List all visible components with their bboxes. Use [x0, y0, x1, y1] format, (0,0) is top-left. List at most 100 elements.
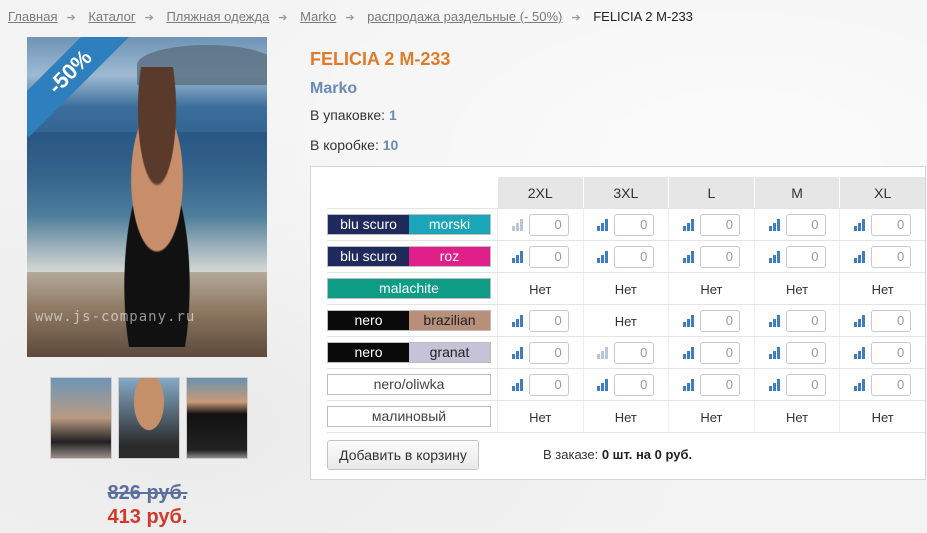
- quantity-input[interactable]: [528, 213, 569, 236]
- quantity-input[interactable]: [528, 373, 569, 396]
- size-cell: [582, 368, 669, 401]
- quantity-input[interactable]: [785, 309, 826, 332]
- order-summary: В заказе: 0 шт. на 0 руб.: [543, 447, 692, 462]
- stock-level-icon: [597, 250, 609, 263]
- thumbnail-strip: [50, 377, 248, 459]
- size-header-row: 2XL 3XL L M XL: [327, 177, 925, 209]
- quantity-input[interactable]: [528, 309, 569, 332]
- quantity-input[interactable]: [871, 373, 912, 396]
- size-cell: Нет: [668, 272, 755, 305]
- size-cell: [668, 240, 755, 273]
- color-label: nero/oliwka: [328, 375, 490, 394]
- photo-watermark: www.js-company.ru: [35, 309, 196, 325]
- breadcrumb-current: FELICIA 2 M-233: [593, 9, 693, 24]
- product-main-image[interactable]: www.js-company.ru -50%: [27, 37, 267, 357]
- quantity-input[interactable]: [699, 341, 740, 364]
- box-quantity: В коробке: 10: [310, 137, 398, 153]
- not-available-label: Нет: [871, 281, 894, 297]
- color-swatch: nero granat: [327, 342, 491, 363]
- quantity-input[interactable]: [699, 245, 740, 268]
- order-label: В заказе:: [543, 447, 599, 462]
- thumbnail-image[interactable]: [118, 377, 180, 459]
- quantity-control: [682, 213, 740, 236]
- stock-level-icon: [597, 378, 609, 391]
- breadcrumb-link-sale[interactable]: распродажа раздельные (- 50%): [367, 9, 562, 24]
- size-cell: [753, 336, 840, 369]
- breadcrumb-link-brand[interactable]: Marko: [300, 9, 336, 24]
- not-available-label: Нет: [700, 409, 723, 425]
- size-cell: [496, 368, 584, 401]
- breadcrumb-link-beachwear[interactable]: Пляжная одежда: [166, 9, 269, 24]
- thumbnail-image[interactable]: [186, 377, 248, 459]
- add-to-cart-button[interactable]: Добавить в корзину: [327, 440, 479, 470]
- quantity-input[interactable]: [785, 213, 826, 236]
- quantity-input[interactable]: [614, 213, 655, 236]
- quantity-control: [511, 373, 569, 396]
- quantity-control: [854, 213, 912, 236]
- color-cell: malachite: [327, 272, 498, 305]
- quantity-input[interactable]: [785, 373, 826, 396]
- chevron-right-icon: ➔: [144, 12, 154, 24]
- quantity-input[interactable]: [871, 309, 912, 332]
- size-cell: [582, 336, 669, 369]
- color-swatch: blu scuro roz: [327, 246, 491, 267]
- size-cell: [753, 368, 840, 401]
- thumbnail-image[interactable]: [50, 377, 112, 459]
- size-header: 3XL: [582, 177, 669, 209]
- size-color-table: 2XL 3XL L M XL blu scuromorski blu scuror…: [327, 177, 925, 433]
- not-available-label: Нет: [614, 313, 637, 329]
- stock-level-icon: [682, 314, 694, 327]
- quantity-control: [768, 341, 826, 364]
- size-cell: [668, 208, 755, 241]
- not-available-label: Нет: [529, 281, 552, 297]
- quantity-input[interactable]: [871, 341, 912, 364]
- quantity-control: [682, 341, 740, 364]
- quantity-input[interactable]: [871, 213, 912, 236]
- color-swatch: nero/oliwka: [327, 374, 491, 395]
- color-row: blu scuro morski: [327, 208, 925, 241]
- color-row: nerobrazilian Нет: [327, 304, 925, 337]
- quantity-input[interactable]: [614, 341, 655, 364]
- quantity-control: [511, 341, 569, 364]
- quantity-input[interactable]: [528, 341, 569, 364]
- stock-level-icon: [768, 250, 780, 263]
- size-cell: [496, 304, 584, 337]
- stock-level-icon: [682, 218, 694, 231]
- quantity-input[interactable]: [699, 213, 740, 236]
- quantity-input[interactable]: [699, 309, 740, 332]
- size-cell: [753, 240, 840, 273]
- color-label: blu scuro: [328, 247, 409, 266]
- color-cell: blu scuro morski: [327, 208, 498, 241]
- size-cell: [668, 368, 755, 401]
- stock-level-icon: [597, 346, 609, 359]
- size-header: 2XL: [496, 177, 584, 209]
- not-available-label: Нет: [785, 409, 809, 425]
- quantity-input[interactable]: [528, 245, 569, 268]
- quantity-input[interactable]: [614, 245, 655, 268]
- breadcrumb-link-home[interactable]: Главная: [8, 9, 57, 24]
- size-cell: [839, 368, 925, 401]
- stock-level-icon: [511, 378, 523, 391]
- breadcrumb-link-catalog[interactable]: Каталог: [88, 9, 135, 24]
- size-cell: [496, 208, 584, 241]
- color-cell: nero granat: [327, 336, 498, 369]
- stock-level-icon: [854, 346, 866, 359]
- stock-level-icon: [854, 314, 866, 327]
- quantity-input[interactable]: [614, 373, 655, 396]
- box-value: 10: [382, 137, 399, 153]
- color-label: blu scuro: [328, 215, 409, 234]
- stock-level-icon: [597, 218, 609, 231]
- color-row: nero/oliwka: [327, 368, 925, 401]
- order-grid: 2XL 3XL L M XL blu scuromorski blu scuror…: [310, 166, 926, 480]
- quantity-input[interactable]: [785, 341, 826, 364]
- quantity-control: [682, 373, 740, 396]
- quantity-input[interactable]: [699, 373, 740, 396]
- size-cell: Нет: [582, 400, 669, 433]
- quantity-input[interactable]: [785, 245, 826, 268]
- quantity-input[interactable]: [871, 245, 912, 268]
- quantity-control: [597, 213, 655, 236]
- color-label: morski: [409, 215, 490, 234]
- quantity-control: [768, 213, 826, 236]
- chevron-right-icon: ➔: [571, 12, 581, 24]
- size-cell: Нет: [839, 272, 925, 305]
